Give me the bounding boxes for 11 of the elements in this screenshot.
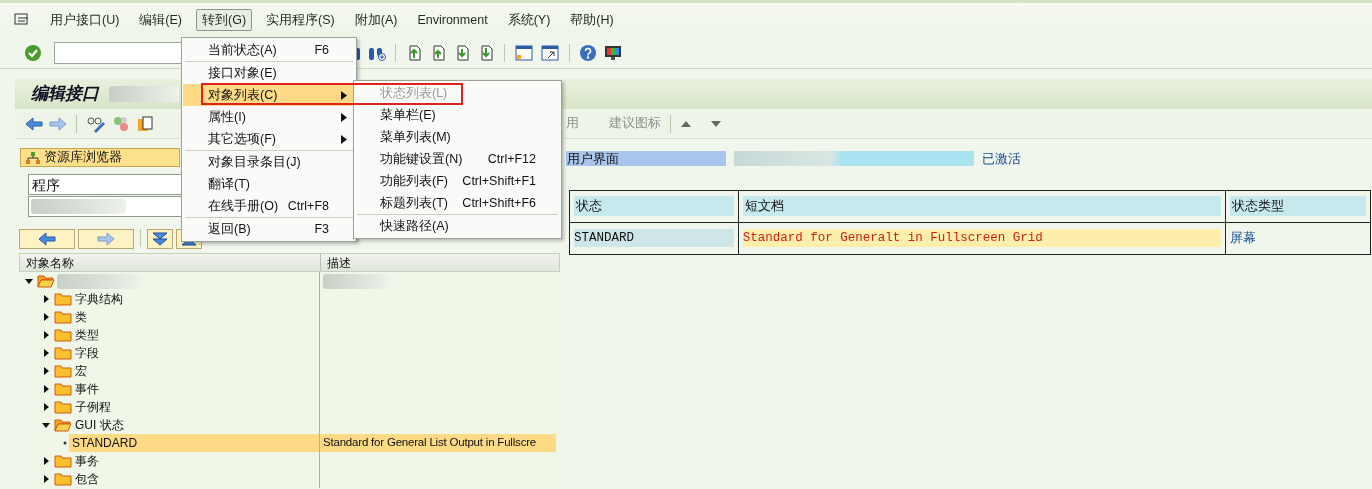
window-title: 编辑接口 xyxy=(31,83,99,106)
column-header: 状态 xyxy=(574,196,734,216)
column-header: 状态类型 xyxy=(1230,196,1366,216)
tree-item-description: Standard for General List Output in Fullscre xyxy=(320,434,556,452)
status-text: 已激活 xyxy=(982,150,1021,168)
interface-label: 用户界面 xyxy=(566,151,726,167)
table-cell: 屏幕 xyxy=(1230,230,1257,246)
column-header: 描述 xyxy=(326,254,352,271)
table-cell: STANDARD xyxy=(574,228,734,248)
column-header: 对象名称 xyxy=(20,254,321,271)
column-header: 短文档 xyxy=(742,196,1222,216)
